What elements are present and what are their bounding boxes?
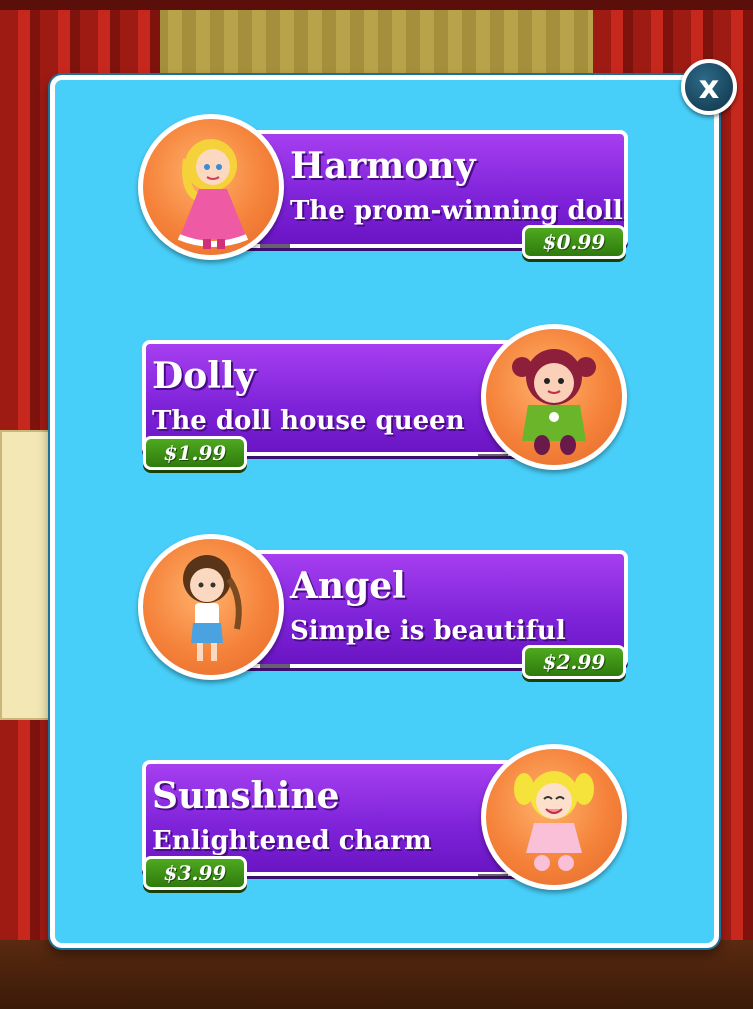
price-button[interactable]: $1.99 <box>143 436 247 470</box>
price-button[interactable]: $2.99 <box>522 645 626 679</box>
item-tagline: The doll house queen <box>152 406 465 436</box>
curtain-valance <box>0 0 753 10</box>
item-name: Sunshine <box>152 775 340 817</box>
price-button[interactable]: $3.99 <box>143 856 247 890</box>
stage-floor <box>0 940 753 1009</box>
close-button[interactable]: x <box>681 59 737 115</box>
price-button[interactable]: $0.99 <box>522 225 626 259</box>
item-name: Harmony <box>290 145 476 187</box>
sunshine-doll-icon <box>481 744 627 890</box>
dolly-doll-icon <box>481 324 627 470</box>
item-name: Dolly <box>152 355 256 397</box>
item-tagline: Simple is beautiful <box>290 616 566 646</box>
item-name: Angel <box>290 565 406 607</box>
angel-doll-icon <box>138 534 284 680</box>
item-tagline: Enlightened charm <box>152 826 432 856</box>
harmony-doll-icon <box>138 114 284 260</box>
item-tagline: The prom-winning doll <box>290 196 623 226</box>
